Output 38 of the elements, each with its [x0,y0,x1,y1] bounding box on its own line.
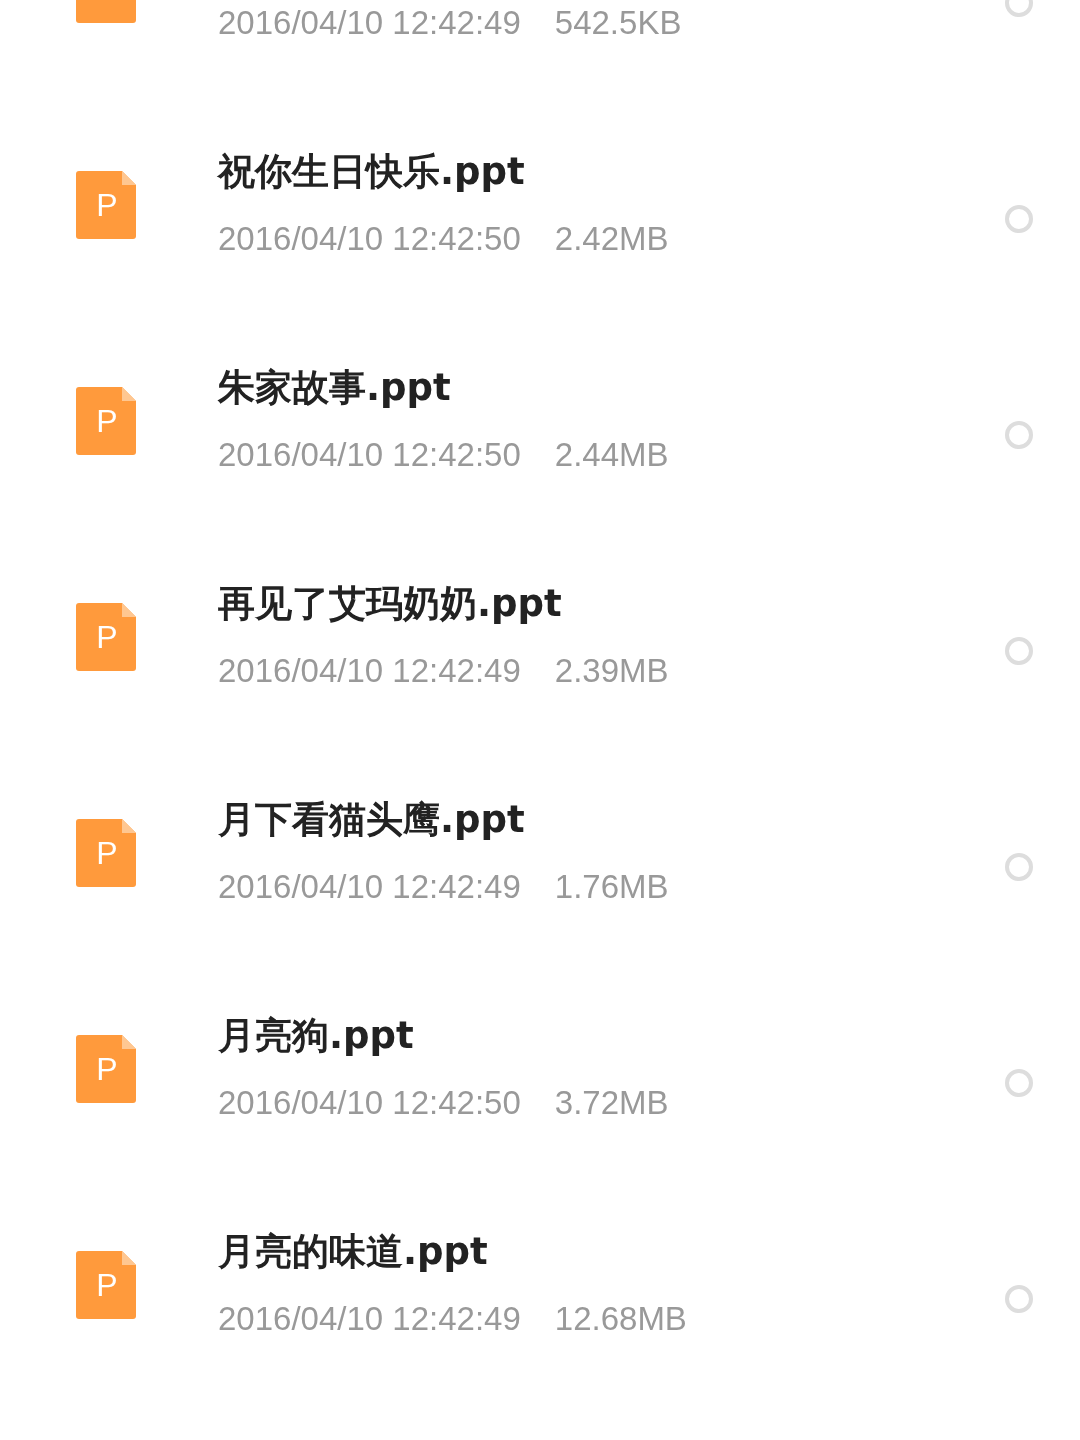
icon-letter: P [96,1269,118,1301]
radio-button[interactable] [1005,853,1033,881]
file-date: 2016/04/10 12:42:50 [218,219,521,259]
file-date: 2016/04/10 12:42:49 [218,3,521,43]
radio-button[interactable] [1005,421,1033,449]
radio-button[interactable] [1005,205,1033,233]
document-icon [76,1035,136,1103]
document-icon [76,603,136,671]
radio-button[interactable] [1005,637,1033,665]
file-date: 2016/04/10 12:42:49 [218,867,521,907]
file-size: 12.68MB [554,1299,687,1339]
file-size: 1.76MB [554,867,669,907]
file-name: 祝你生日快乐.ppt [218,149,526,195]
file-name: 再见了艾玛奶奶.ppt [218,581,563,627]
file-size: 542.5KB [554,3,682,43]
file-name: 月亮狗.ppt [218,1013,415,1059]
file-size: 2.44MB [554,435,669,475]
document-icon [76,171,136,239]
radio-button[interactable] [1005,1069,1033,1097]
file-date: 2016/04/10 12:42:49 [218,1299,521,1339]
file-name: 朱家故事.ppt [218,365,452,411]
document-icon [76,387,136,455]
file-date: 2016/04/10 12:42:50 [218,435,521,475]
file-size: 2.42MB [554,219,669,259]
file-date: 2016/04/10 12:42:50 [218,1083,521,1123]
radio-button[interactable] [1005,1285,1033,1313]
file-date: 2016/04/10 12:42:49 [218,651,521,691]
icon-letter: P [96,621,118,653]
icon-letter: P [96,405,118,437]
file-size: 3.72MB [554,1083,669,1123]
file-name: 月亮的味道.ppt [218,1229,489,1275]
file-size: 2.39MB [554,651,669,691]
file-name: 月下看猫头鹰.ppt [218,797,526,843]
icon-letter: P [96,189,118,221]
icon-letter: P [96,837,118,869]
document-icon [76,1251,136,1319]
document-icon [76,819,136,887]
icon-letter: P [96,1053,118,1085]
